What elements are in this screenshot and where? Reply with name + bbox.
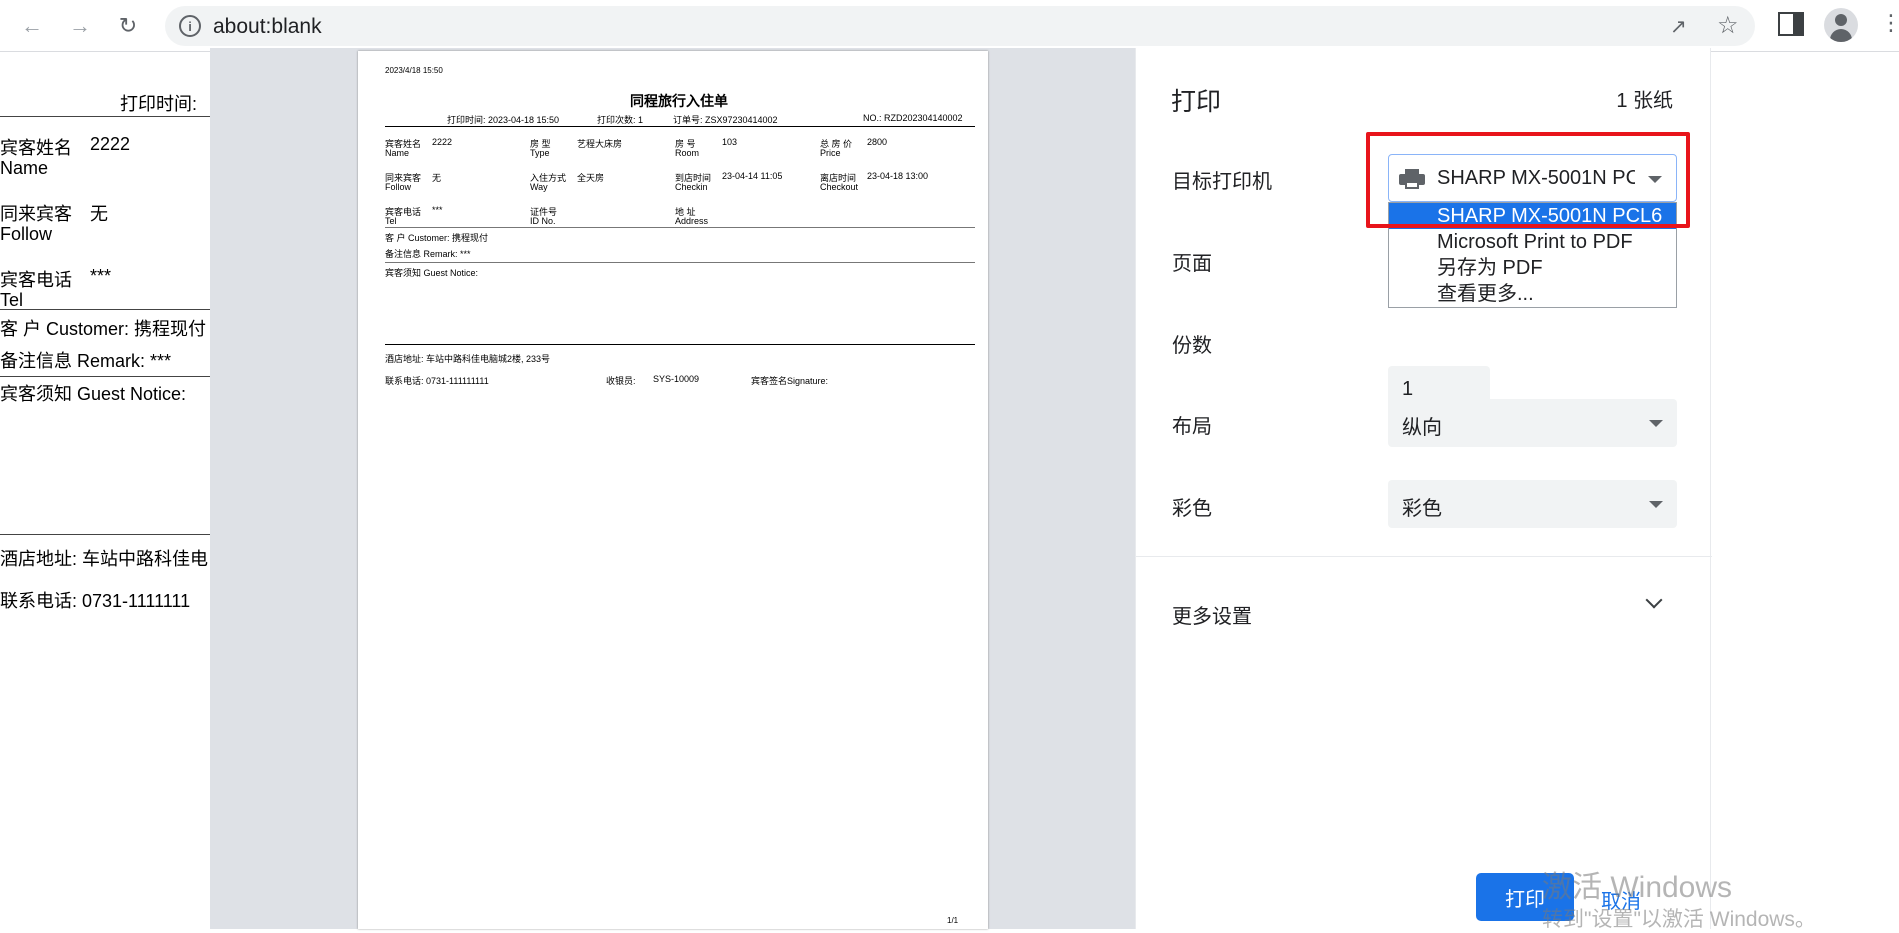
preview-signature: 宾客签名Signature:	[751, 376, 829, 386]
row-value: 103	[722, 137, 738, 147]
destination-option[interactable]: 查看更多...	[1389, 281, 1676, 307]
row-value: 艺程大床房	[577, 139, 623, 149]
preview-phone: 联系电话: 0731-111111111	[385, 376, 489, 386]
row-value: 2222	[432, 137, 453, 147]
highlight-box	[1366, 132, 1690, 228]
row-label-en: Name	[385, 148, 410, 158]
guest-name-value: 2222	[90, 134, 131, 154]
back-icon[interactable]: ←	[14, 8, 50, 44]
preview-customer: 客 户 Customer: 携程现付	[385, 233, 489, 243]
row-value: ***	[432, 205, 443, 215]
avatar-icon[interactable]	[1824, 8, 1858, 42]
notice-line: 宾客须知 Guest Notice:	[0, 384, 187, 404]
divider	[385, 227, 975, 228]
share-icon[interactable]: ↗	[1670, 14, 1687, 39]
divider	[0, 309, 210, 310]
sheet-count: 1 张纸	[1616, 90, 1673, 112]
destination-option[interactable]: Microsoft Print to PDF	[1389, 229, 1676, 255]
copies-value: 1	[1402, 378, 1414, 400]
row-label-en: Follow	[385, 182, 412, 192]
row-label-en: Way	[530, 182, 548, 192]
row-label-en: Tel	[385, 216, 397, 226]
preview-title: 同程旅行入住单	[630, 93, 728, 109]
customer-line: 客 户 Customer: 携程现付	[0, 319, 207, 339]
print-dialog-title: 打印	[1171, 88, 1222, 116]
preview-page-number: 1/1	[947, 916, 959, 925]
layout-label: 布局	[1172, 416, 1212, 438]
print-settings-panel: 打印 1 张纸 目标打印机 SHARP MX-5001N PCL6 SHARP …	[1135, 48, 1712, 929]
preview-cashier-label: 收银员:	[606, 376, 636, 386]
activation-watermark-title: 激活 Windows	[1542, 871, 1733, 904]
row-label-en: Address	[675, 216, 709, 226]
layout-value: 纵向	[1402, 417, 1442, 439]
preview-print-count: 打印次数: 1	[597, 115, 644, 125]
row-value: 23-04-14 11:05	[722, 171, 783, 181]
divider	[385, 344, 975, 345]
guest-name-cn: 宾客姓名	[0, 138, 72, 158]
more-vert-icon[interactable]: ⋮	[1880, 10, 1899, 36]
row-value: 2800	[867, 137, 888, 147]
row-value: 23-04-18 13:00	[867, 171, 929, 181]
chevron-down-icon	[1649, 420, 1663, 427]
destination-label: 目标打印机	[1172, 171, 1272, 193]
divider	[1136, 556, 1712, 557]
preview-hotel-address: 酒店地址: 车站中路科佳电脑城2楼, 233号	[385, 354, 551, 364]
preview-page: 2023/4/18 15:50 同程旅行入住单 打印时间: 2023-04-18…	[358, 51, 988, 929]
tel-cn: 宾客电话	[0, 270, 72, 290]
chevron-down-icon[interactable]	[1645, 591, 1663, 609]
follow-cn: 同来宾客	[0, 204, 72, 224]
url-text[interactable]: about:blank	[213, 15, 322, 39]
row-label-en: ID No.	[530, 216, 556, 226]
divider	[0, 534, 210, 535]
chevron-down-icon	[1649, 501, 1663, 508]
print-preview-area: 2023/4/18 15:50 同程旅行入住单 打印时间: 2023-04-18…	[210, 48, 1135, 929]
preview-remark: 备注信息 Remark: ***	[385, 249, 471, 259]
browser-toolbar: ← → ↻ i about:blank ↗ ☆ ⋮	[0, 0, 1899, 52]
star-icon[interactable]: ☆	[1717, 11, 1739, 40]
tel-en: Tel	[0, 290, 24, 310]
follow-value: 无	[90, 204, 108, 224]
preview-cashier-value: SYS-10009	[653, 374, 700, 384]
preview-order-no: 订单号: ZSX97230414002	[673, 115, 778, 125]
phone-line: 联系电话: 0731-1111111	[0, 591, 191, 611]
color-label: 彩色	[1172, 498, 1212, 520]
divider	[0, 376, 210, 377]
row-value: 无	[432, 173, 442, 183]
row-label-en: Room	[675, 148, 700, 158]
address-bar[interactable]: i about:blank ↗ ☆	[165, 6, 1755, 46]
row-value: 全天房	[577, 173, 605, 183]
more-settings-toggle[interactable]: 更多设置	[1172, 600, 1252, 629]
divider	[0, 116, 210, 117]
color-value: 彩色	[1402, 498, 1442, 520]
color-select[interactable]: 彩色	[1388, 480, 1677, 528]
remark-line: 备注信息 Remark: ***	[0, 351, 172, 371]
guest-name-en: Name	[0, 158, 49, 178]
tel-value: ***	[90, 266, 112, 286]
forward-icon[interactable]: →	[62, 8, 98, 44]
reload-icon[interactable]: ↻	[110, 8, 146, 44]
destination-option[interactable]: 另存为 PDF	[1389, 255, 1676, 281]
background-page: 打印时间: 宾客姓名 2222 Name 同来宾客 无 Follow 宾客电话 …	[0, 52, 210, 929]
preview-no: NO.: RZD202304140002	[863, 113, 963, 123]
hotel-address: 酒店地址: 车站中路科佳电	[0, 549, 209, 569]
row-label-en: Checkin	[675, 182, 708, 192]
preview-print-time: 打印时间: 2023-04-18 15:50	[447, 115, 560, 125]
divider	[385, 262, 975, 263]
copies-label: 份数	[1172, 335, 1212, 357]
side-panel-icon[interactable]	[1778, 12, 1804, 36]
preview-notice: 宾客须知 Guest Notice:	[385, 268, 479, 278]
row-label-en: Price	[820, 148, 841, 158]
follow-en: Follow	[0, 224, 53, 244]
row-label-en: Type	[530, 148, 550, 158]
divider	[385, 126, 975, 127]
pages-label: 页面	[1172, 253, 1212, 275]
layout-select[interactable]: 纵向	[1388, 399, 1677, 447]
print-time-label: 打印时间:	[120, 94, 198, 114]
row-label-en: Checkout	[820, 182, 859, 192]
preview-timestamp: 2023/4/18 15:50	[385, 66, 443, 75]
info-icon[interactable]: i	[179, 15, 201, 37]
